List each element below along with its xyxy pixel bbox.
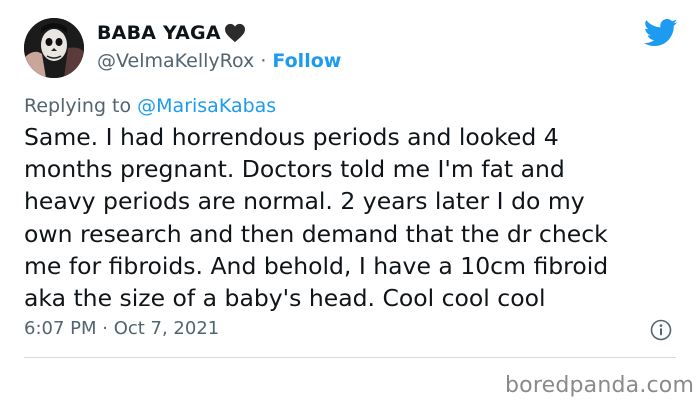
reply-context: Replying to @MarisaKabas (24, 95, 276, 117)
tweet-text-line: months pregnant. Doctors told me I'm fat… (24, 155, 565, 184)
separator: · (260, 50, 267, 72)
black-heart-icon (224, 23, 246, 43)
author-name[interactable]: BABA YAGA (97, 22, 221, 44)
tweet-text-line: me for fibroids. And behold, I have a 10… (24, 251, 609, 280)
tweet-text: Same. I had horrendous periods and looke… (24, 121, 674, 314)
watermark: boredpanda.com (505, 373, 695, 398)
avatar[interactable] (24, 18, 84, 78)
author-handle[interactable]: @VelmaKellyRox (97, 50, 254, 72)
tweet-text-line: aka the size of a baby's head. Cool cool… (24, 284, 546, 313)
reply-mention-link[interactable]: @MarisaKabas (137, 95, 276, 117)
tweet-text-line: own research and then demand that the dr… (24, 219, 608, 248)
tweet-text-line: Same. I had horrendous periods and looke… (24, 123, 559, 151)
info-icon[interactable] (650, 319, 672, 341)
divider (24, 357, 676, 358)
twitter-bird-icon[interactable] (643, 18, 678, 48)
tweet-timestamp[interactable]: 6:07 PM · Oct 7, 2021 (24, 318, 219, 339)
reply-prefix: Replying to (24, 95, 138, 117)
follow-button[interactable]: Follow (272, 50, 341, 72)
author-name-row[interactable]: BABA YAGA (97, 22, 246, 44)
tweet-text-line: heavy periods are normal. 2 years later … (24, 187, 585, 216)
handle-line: @VelmaKellyRox · Follow (97, 50, 341, 72)
